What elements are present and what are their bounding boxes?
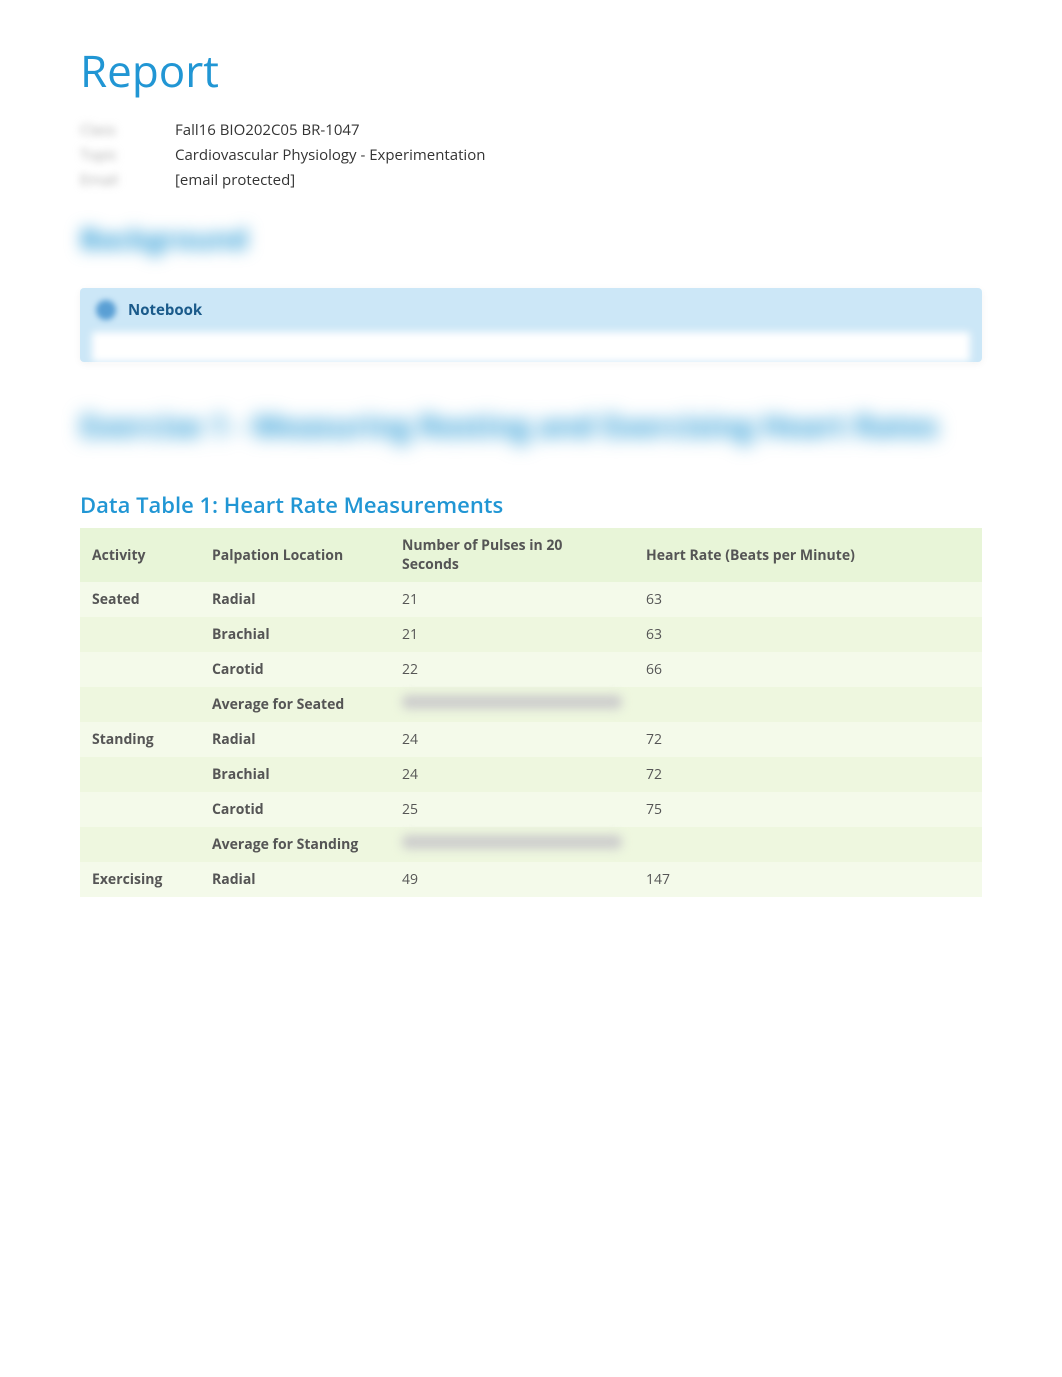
bpm-cell: 72	[634, 757, 982, 792]
pulses-cell: 49	[390, 862, 634, 897]
meta-section: Class Fall16 BIO202C05 BR-1047 Topic Car…	[80, 120, 982, 190]
table-row: Carotid2575	[80, 792, 982, 827]
bpm-cell: 63	[634, 582, 982, 617]
bpm-cell: 63	[634, 617, 982, 652]
bpm-cell: 147	[634, 862, 982, 897]
notebook-icon	[96, 300, 116, 320]
bpm-cell: 75	[634, 792, 982, 827]
meta-row-class: Class Fall16 BIO202C05 BR-1047	[80, 120, 982, 140]
pulses-cell	[390, 827, 634, 862]
meta-label: Topic	[80, 145, 175, 165]
activity-cell	[80, 687, 200, 722]
header-activity: Activity	[80, 528, 200, 582]
pulses-cell: 21	[390, 617, 634, 652]
header-palpation: Palpation Location	[200, 528, 390, 582]
activity-cell	[80, 757, 200, 792]
table-row: Brachial2472	[80, 757, 982, 792]
meta-value: Cardiovascular Physiology - Experimentat…	[175, 145, 485, 165]
bpm-cell: 72	[634, 722, 982, 757]
meta-row-topic: Topic Cardiovascular Physiology - Experi…	[80, 145, 982, 165]
notebook-header[interactable]: Notebook	[80, 288, 982, 332]
palpation-cell: Brachial	[200, 757, 390, 792]
notebook-body	[92, 332, 970, 362]
bpm-cell: 66	[634, 652, 982, 687]
meta-value: [email protected]	[175, 170, 295, 190]
notebook-box: Notebook	[80, 288, 982, 362]
table-row: Brachial2163	[80, 617, 982, 652]
table-row: Carotid2266	[80, 652, 982, 687]
palpation-cell: Carotid	[200, 652, 390, 687]
palpation-cell: Radial	[200, 722, 390, 757]
meta-label: Email	[80, 170, 175, 190]
table-header-row: Activity Palpation Location Number of Pu…	[80, 528, 982, 582]
palpation-cell: Radial	[200, 862, 390, 897]
background-heading: Background	[80, 220, 982, 258]
page-title: Report	[80, 40, 982, 100]
table-row: SeatedRadial2163	[80, 582, 982, 617]
activity-cell: Seated	[80, 582, 200, 617]
activity-cell: Standing	[80, 722, 200, 757]
meta-value: Fall16 BIO202C05 BR-1047	[175, 120, 360, 140]
pulses-cell: 24	[390, 722, 634, 757]
table-row: Average for Seated	[80, 687, 982, 722]
activity-cell: Exercising	[80, 862, 200, 897]
pulses-cell: 21	[390, 582, 634, 617]
meta-label: Class	[80, 120, 175, 140]
meta-row-email: Email [email protected]	[80, 170, 982, 190]
activity-cell	[80, 652, 200, 687]
palpation-cell: Average for Standing	[200, 827, 390, 862]
activity-cell	[80, 792, 200, 827]
header-pulses: Number of Pulses in 20 Seconds	[390, 528, 634, 582]
activity-cell	[80, 827, 200, 862]
table-row: Average for Standing	[80, 827, 982, 862]
pulses-cell	[390, 687, 634, 722]
table-body: SeatedRadial2163Brachial2163Carotid2266A…	[80, 582, 982, 897]
pulses-cell: 22	[390, 652, 634, 687]
bpm-cell	[634, 827, 982, 862]
notebook-title: Notebook	[128, 300, 202, 320]
palpation-cell: Carotid	[200, 792, 390, 827]
palpation-cell: Average for Seated	[200, 687, 390, 722]
header-bpm: Heart Rate (Beats per Minute)	[634, 528, 982, 582]
activity-cell	[80, 617, 200, 652]
palpation-cell: Radial	[200, 582, 390, 617]
pulses-cell: 25	[390, 792, 634, 827]
table-row: StandingRadial2472	[80, 722, 982, 757]
bpm-cell	[634, 687, 982, 722]
heart-rate-table: Activity Palpation Location Number of Pu…	[80, 528, 982, 897]
table-title: Data Table 1: Heart Rate Measurements	[80, 490, 982, 520]
blurred-value	[402, 695, 622, 709]
exercise-heading: Exercise 1 - Measuring Resting and Exerc…	[80, 402, 982, 450]
palpation-cell: Brachial	[200, 617, 390, 652]
pulses-cell: 24	[390, 757, 634, 792]
table-row: ExercisingRadial49147	[80, 862, 982, 897]
blurred-value	[402, 835, 622, 849]
